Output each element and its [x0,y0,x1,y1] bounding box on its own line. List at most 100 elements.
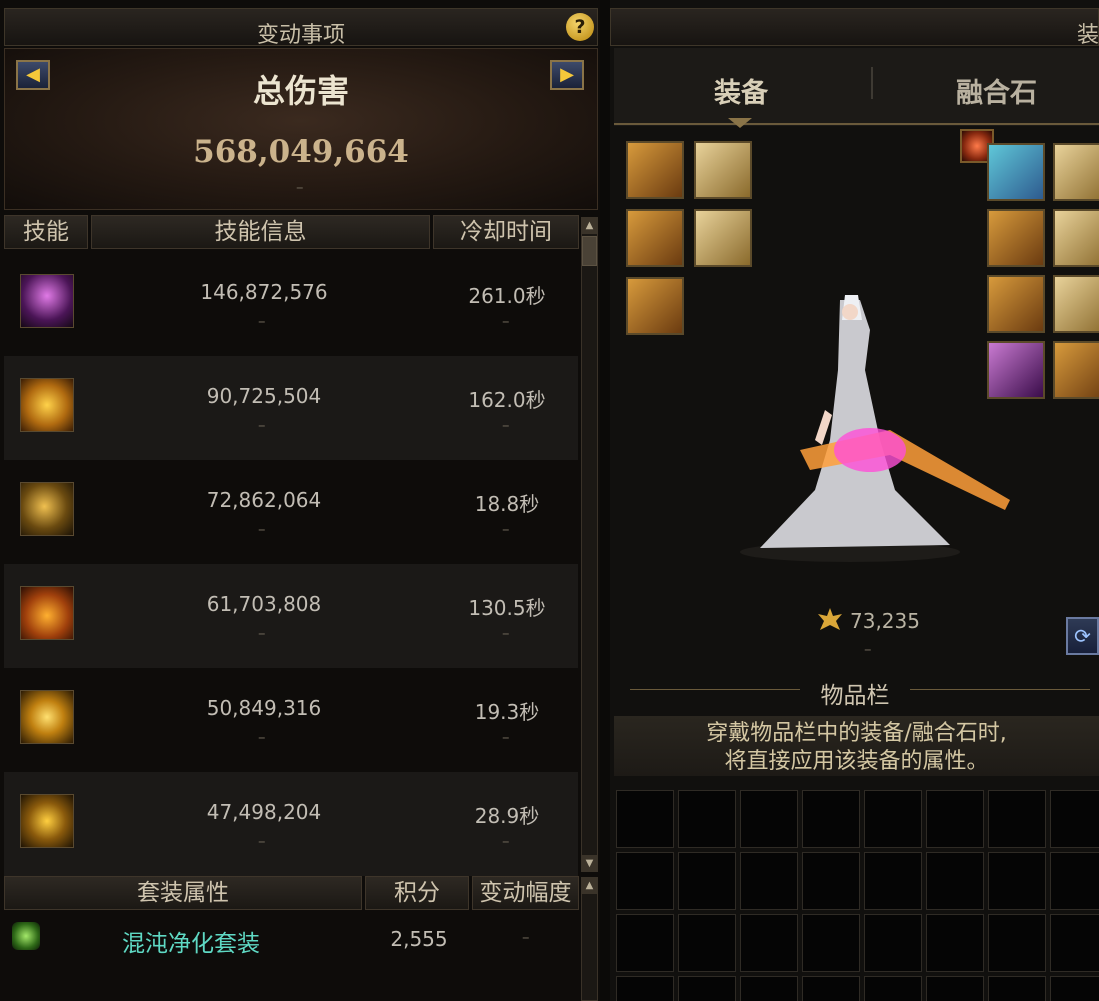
inventory-slot[interactable] [988,914,1046,972]
inventory-slot[interactable] [988,976,1046,1001]
inventory-slot[interactable] [616,852,674,910]
inventory-divider-right [910,689,1090,690]
skill-cooldown-change: – [502,832,510,850]
inventory-slot[interactable] [740,976,798,1001]
inventory-slot[interactable] [864,914,922,972]
skill-cooldown-change: – [502,728,510,746]
inventory-slot[interactable] [926,976,984,1001]
equipment-panel-title: 装 [1077,23,1099,48]
skill-cooldown: 19.3秒 [474,700,540,724]
inventory-slot[interactable] [1050,914,1099,972]
inventory-slot[interactable] [740,852,798,910]
skill-damage-change: – [258,832,266,850]
inventory-slot[interactable] [864,976,922,1001]
skill-damage: 146,872,576 [200,280,328,304]
header-score: 积分 [365,876,469,910]
skills-scroll-up-button[interactable]: ▲ [581,217,598,234]
skill-row: 72,862,064 – 18.8秒 – [4,460,578,564]
skills-scroll-down-button[interactable]: ▼ [581,855,598,872]
inventory-slot[interactable] [926,852,984,910]
skill-damage: 47,498,204 [206,800,322,824]
skill-damage-change: – [258,624,266,642]
help-icon[interactable]: ? [566,13,594,41]
header-skill: 技能 [4,215,88,249]
panel-title: 变动事项 [256,23,345,48]
skill-cooldown: 261.0秒 [468,284,546,308]
inventory-slot[interactable] [616,790,674,848]
set-icon [12,922,40,950]
skill-row: 90,725,504 – 162.0秒 – [4,356,578,460]
inventory-slot[interactable] [988,852,1046,910]
equipment-slot-necklace[interactable] [1053,209,1099,267]
inventory-divider-left [630,689,800,690]
set-scrollbar[interactable] [581,877,598,1001]
inventory-slot[interactable] [616,914,674,972]
skills-scrollbar[interactable] [581,217,598,872]
inventory-slot[interactable] [678,914,736,972]
inventory-slot[interactable] [678,790,736,848]
inventory-slot[interactable] [740,914,798,972]
score-value: 73,235 [850,609,920,633]
inventory-slot[interactable] [802,914,860,972]
inventory-slot[interactable] [740,790,798,848]
skills-scroll-thumb[interactable] [582,236,597,266]
equipment-slot-shoes[interactable] [626,277,684,335]
inventory-slot[interactable] [802,790,860,848]
skill-icon-3 [20,482,74,536]
tab-fusion-stone[interactable]: 融合石 [956,71,1037,110]
skill-icon-4 [20,586,74,640]
set-name: 混沌净化套装 [122,931,260,957]
set-score: 2,555 [390,927,448,951]
equipment-slot-support[interactable] [1053,275,1099,333]
inventory-slot[interactable] [678,852,736,910]
equipment-slot-belt[interactable] [694,209,752,267]
skill-damage-change: – [258,312,266,330]
inventory-slot[interactable] [1050,790,1099,848]
change-items-titlebar: 变动事项 [4,8,598,48]
score-icon [816,606,844,632]
equipment-slot-bracelet[interactable] [987,209,1045,267]
skill-damage-change: – [258,416,266,434]
skill-row: 146,872,576 – 261.0秒 – [4,252,578,356]
skill-icon-2 [20,378,74,432]
inventory-slot[interactable] [616,976,674,1001]
skill-cooldown: 18.8秒 [474,492,540,516]
header-change-range: 变动幅度 [472,876,579,910]
set-change: – [522,928,530,946]
inventory-slot[interactable] [802,852,860,910]
refresh-button[interactable]: ⟳ [1066,617,1099,655]
set-scroll-up-button[interactable]: ▲ [581,877,598,894]
skill-cooldown: 130.5秒 [468,596,546,620]
equipment-slot-shoulder[interactable] [626,141,684,199]
tab-equipment[interactable]: 装备 [714,71,768,110]
inventory-slot[interactable] [926,914,984,972]
skill-damage: 90,725,504 [206,384,322,408]
header-skill-info: 技能信息 [91,215,430,249]
equipment-slot-bottom[interactable] [626,209,684,267]
inventory-slot[interactable] [1050,976,1099,1001]
skill-row: 61,703,808 – 130.5秒 – [4,564,578,668]
active-tab-caret-icon [728,118,752,128]
inventory-slot[interactable] [802,976,860,1001]
skill-icon-5 [20,690,74,744]
inventory-slot[interactable] [988,790,1046,848]
equipment-slot-top[interactable] [694,141,752,199]
skill-cooldown: 28.9秒 [474,804,540,828]
inventory-slot[interactable] [864,790,922,848]
skill-row: 50,849,316 – 19.3秒 – [4,668,578,772]
skill-damage-change: – [258,728,266,746]
equipment-slot-weapon[interactable] [987,143,1045,201]
skill-damage-change: – [258,520,266,538]
skill-cooldown-change: – [502,312,510,330]
skill-icon-1 [20,274,74,328]
equipment-slot-title[interactable] [1053,143,1099,201]
inventory-slot[interactable] [1050,852,1099,910]
inventory-slot[interactable] [678,976,736,1001]
inventory-slot[interactable] [864,852,922,910]
equipment-slot-earring[interactable] [1053,341,1099,399]
inventory-slot[interactable] [926,790,984,848]
inventory-notice-line2: 将直接应用该装备的属性。 [724,749,989,774]
equipment-titlebar: 装 [610,8,1099,48]
skill-cooldown-change: – [502,624,510,642]
tab-divider [871,67,873,99]
